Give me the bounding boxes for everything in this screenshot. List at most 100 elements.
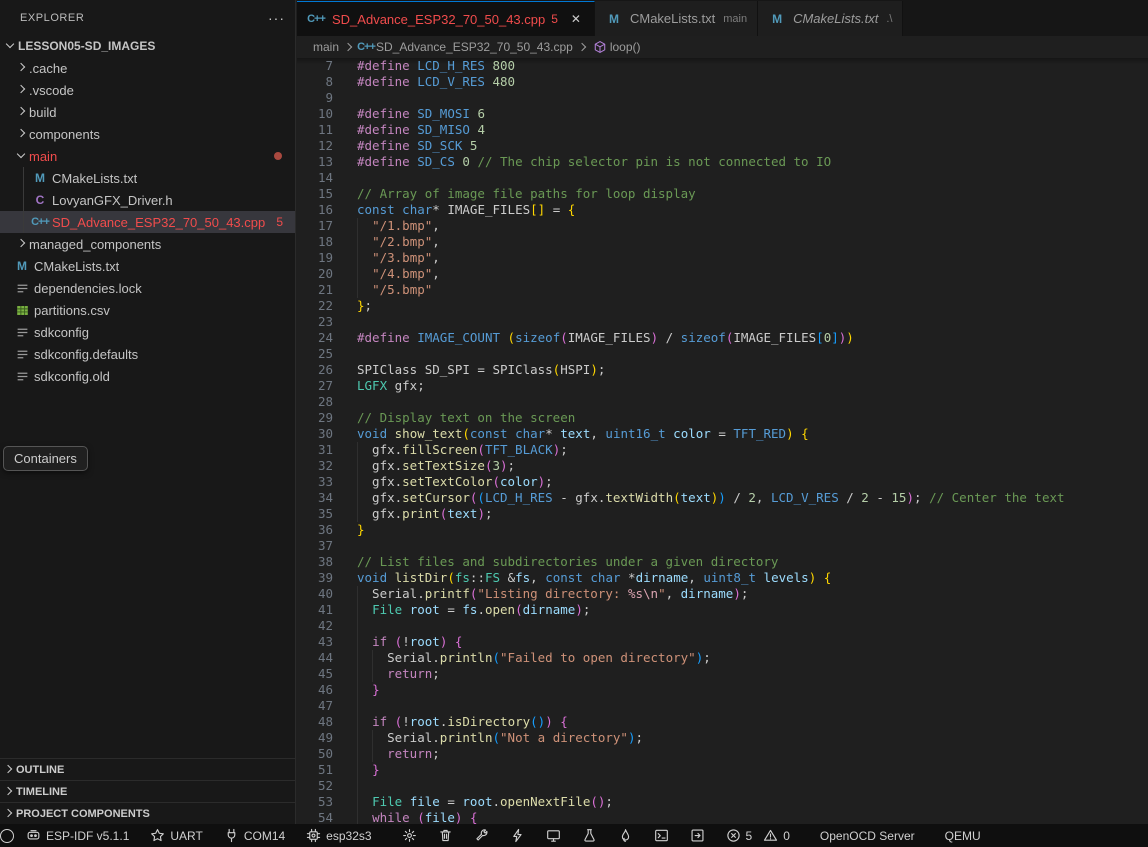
code-line[interactable]: 50 return; xyxy=(297,746,1148,762)
code-line[interactable]: 25 xyxy=(297,346,1148,362)
code-line[interactable]: 16const char* IMAGE_FILES[] = { xyxy=(297,202,1148,218)
indent-guide xyxy=(357,218,358,234)
containers-tooltip[interactable]: Containers xyxy=(3,446,88,471)
tree-item[interactable]: MCMakeLists.txt xyxy=(0,167,295,189)
status-uart[interactable]: UART xyxy=(148,824,204,847)
code-line[interactable]: 19 "/3.bmp", xyxy=(297,250,1148,266)
code-line[interactable]: 10#define SD_MOSI 6 xyxy=(297,106,1148,122)
monitor-icon xyxy=(546,828,561,843)
explorer-title: EXPLORER xyxy=(20,12,268,24)
code-line[interactable]: 20 "/4.bmp", xyxy=(297,266,1148,282)
code-line[interactable]: 15// Array of image file paths for loop … xyxy=(297,186,1148,202)
code-line[interactable]: 47 xyxy=(297,698,1148,714)
tree-item[interactable]: dependencies.lock xyxy=(0,277,295,299)
tree-item[interactable]: sdkconfig.old xyxy=(0,365,295,387)
code-line[interactable]: 23 xyxy=(297,314,1148,330)
status-monitor[interactable] xyxy=(544,824,563,847)
code-line[interactable]: 45 return; xyxy=(297,666,1148,682)
code-line[interactable]: 26SPIClass SD_SPI = SPIClass(HSPI); xyxy=(297,362,1148,378)
tree-item[interactable]: sdkconfig.defaults xyxy=(0,343,295,365)
code-line[interactable]: 21 "/5.bmp" xyxy=(297,282,1148,298)
status-open-idf-terminal[interactable] xyxy=(688,824,707,847)
breadcrumb-item[interactable]: C++SD_Advance_ESP32_70_50_43.cpp xyxy=(357,40,573,54)
code-line[interactable]: 32 gfx.setTextSize(3); xyxy=(297,458,1148,474)
code-line[interactable]: 29// Display text on the screen xyxy=(297,410,1148,426)
indent-guide xyxy=(23,167,24,189)
token xyxy=(357,250,372,265)
code-line[interactable]: 17 "/1.bmp", xyxy=(297,218,1148,234)
code-line[interactable]: 48 if (!root.isDirectory()) { xyxy=(297,714,1148,730)
status-espidf-version[interactable]: ESP-IDF v5.1.1 xyxy=(24,824,131,847)
tree-item[interactable]: partitions.csv xyxy=(0,299,295,321)
status-full-clean[interactable] xyxy=(436,824,455,847)
code-line[interactable]: 40 Serial.printf("Listing directory: %s\… xyxy=(297,586,1148,602)
tree-item[interactable]: .vscode xyxy=(0,79,295,101)
sidebar-section-timeline[interactable]: TIMELINE xyxy=(0,780,295,802)
sidebar-section-project-components[interactable]: PROJECT COMPONENTS xyxy=(0,802,295,824)
code-line[interactable]: 51 } xyxy=(297,762,1148,778)
config-file-icon xyxy=(13,282,31,295)
editor-tab[interactable]: C++SD_Advance_ESP32_70_50_43.cpp5✕ xyxy=(297,1,595,36)
breadcrumb-item[interactable]: loop() xyxy=(591,40,641,54)
close-icon[interactable]: ✕ xyxy=(568,11,584,27)
code-line[interactable]: 46 } xyxy=(297,682,1148,698)
status-build-flash-monitor[interactable] xyxy=(616,824,635,847)
tree-item[interactable]: main xyxy=(0,145,295,167)
code-line[interactable]: 43 if (!root) { xyxy=(297,634,1148,650)
code-line[interactable]: 24#define IMAGE_COUNT (sizeof(IMAGE_FILE… xyxy=(297,330,1148,346)
code-line[interactable]: 28 xyxy=(297,394,1148,410)
code-line[interactable]: 44 Serial.println("Failed to open direct… xyxy=(297,650,1148,666)
code-line[interactable]: 31 gfx.fillScreen(TFT_BLACK); xyxy=(297,442,1148,458)
code-line[interactable]: 13#define SD_CS 0 // The chip selector p… xyxy=(297,154,1148,170)
tree-item[interactable]: components xyxy=(0,123,295,145)
tree-item[interactable]: build xyxy=(0,101,295,123)
status-device-target[interactable]: esp32s3 xyxy=(304,824,373,847)
token: ; xyxy=(605,794,613,809)
sidebar-section-outline[interactable]: OUTLINE xyxy=(0,758,295,780)
status-problems[interactable]: 50 xyxy=(724,824,792,847)
code-line[interactable]: 27LGFX gfx; xyxy=(297,378,1148,394)
code-editor[interactable]: 7#define LCD_H_RES 8008#define LCD_V_RES… xyxy=(297,58,1148,826)
code-line[interactable]: 33 gfx.setTextColor(color); xyxy=(297,474,1148,490)
code-line[interactable]: 38// List files and subdirectories under… xyxy=(297,554,1148,570)
tree-item[interactable]: managed_components xyxy=(0,233,295,255)
code-line[interactable]: 11#define SD_MISO 4 xyxy=(297,122,1148,138)
code-line[interactable]: 49 Serial.println("Not a directory"); xyxy=(297,730,1148,746)
status-serial-port[interactable]: COM14 xyxy=(222,824,287,847)
status-menuconfig[interactable] xyxy=(400,824,419,847)
code-line[interactable]: 12#define SD_SCK 5 xyxy=(297,138,1148,154)
status-qemu[interactable]: QEMU xyxy=(943,824,983,847)
token: ; xyxy=(583,602,591,617)
tree-item[interactable]: .cache xyxy=(0,57,295,79)
code-line[interactable]: 41 File root = fs.open(dirname); xyxy=(297,602,1148,618)
status-openocd-server[interactable]: OpenOCD Server xyxy=(818,824,917,847)
code-line[interactable]: 18 "/2.bmp", xyxy=(297,234,1148,250)
code-line[interactable]: 53 File file = root.openNextFile(); xyxy=(297,794,1148,810)
code-line[interactable]: 22}; xyxy=(297,298,1148,314)
breadcrumb-item[interactable]: main xyxy=(313,40,339,54)
code-line[interactable]: 14 xyxy=(297,170,1148,186)
tree-item[interactable]: sdkconfig xyxy=(0,321,295,343)
status-flash[interactable] xyxy=(508,824,527,847)
tree-item[interactable]: MCMakeLists.txt xyxy=(0,255,295,277)
code-line[interactable]: 35 gfx.print(text); xyxy=(297,506,1148,522)
code-line[interactable]: 52 xyxy=(297,778,1148,794)
tree-item[interactable]: CLovyanGFX_Driver.h xyxy=(0,189,295,211)
code-line[interactable]: 39void listDir(fs::FS &fs, const char *d… xyxy=(297,570,1148,586)
more-actions-icon[interactable]: ··· xyxy=(268,10,285,26)
code-line[interactable]: 36} xyxy=(297,522,1148,538)
editor-tab[interactable]: MCMakeLists.txtmain xyxy=(595,1,758,36)
tree-root-folder[interactable]: LESSON05-SD_IMAGES xyxy=(0,35,295,57)
status-terminal[interactable] xyxy=(652,824,671,847)
code-line[interactable]: 42 xyxy=(297,618,1148,634)
code-line[interactable]: 30void show_text(const char* text, uint1… xyxy=(297,426,1148,442)
status-build[interactable] xyxy=(472,824,491,847)
status-debug-tool[interactable] xyxy=(580,824,599,847)
code-line[interactable]: 8#define LCD_V_RES 480 xyxy=(297,74,1148,90)
code-line[interactable]: 34 gfx.setCursor((LCD_H_RES - gfx.textWi… xyxy=(297,490,1148,506)
code-line[interactable]: 9 xyxy=(297,90,1148,106)
editor-tab[interactable]: MCMakeLists.txt.\ xyxy=(758,1,903,36)
code-line[interactable]: 7#define LCD_H_RES 800 xyxy=(297,58,1148,74)
code-line[interactable]: 37 xyxy=(297,538,1148,554)
tree-item[interactable]: C++SD_Advance_ESP32_70_50_43.cpp5 xyxy=(0,211,295,233)
